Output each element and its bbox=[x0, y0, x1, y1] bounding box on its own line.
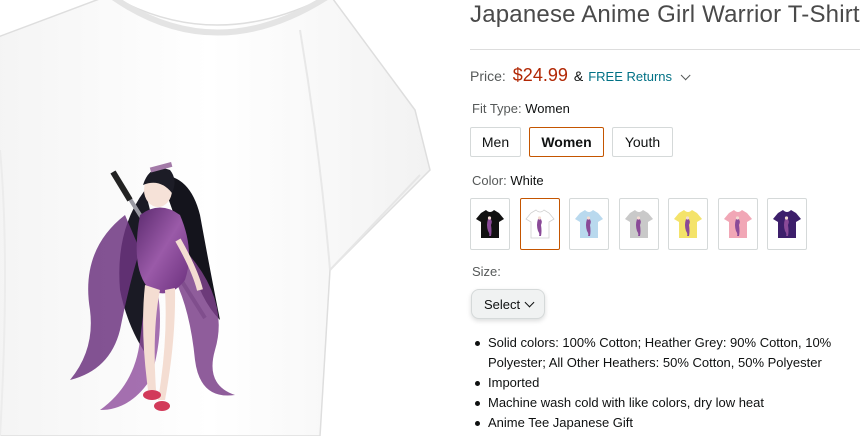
feature-bullet: Solid colors: 100% Cotton; Heather Grey:… bbox=[475, 333, 858, 373]
color-label: Color: White bbox=[472, 173, 544, 188]
color-swatch-black[interactable] bbox=[470, 198, 510, 250]
size-select-value: Select bbox=[484, 296, 521, 312]
tshirt-thumbnail-icon bbox=[674, 210, 702, 238]
product-title: Japanese Anime Girl Warrior T-Shirt bbox=[470, 1, 860, 28]
tshirt-thumbnail-icon bbox=[624, 210, 653, 238]
chevron-down-icon[interactable] bbox=[680, 70, 691, 81]
color-swatch-baby-blue[interactable] bbox=[569, 198, 609, 250]
tshirt-thumbnail-icon bbox=[476, 210, 504, 238]
price-label: Price: bbox=[470, 68, 506, 84]
product-details: Japanese Anime Girl Warrior T-Shirt Pric… bbox=[470, 0, 860, 436]
chevron-down-icon bbox=[524, 297, 535, 308]
size-label: Size: bbox=[472, 264, 501, 279]
color-swatch-pink[interactable] bbox=[717, 198, 758, 250]
tshirt-thumbnail-icon bbox=[575, 210, 603, 238]
color-swatch-purple[interactable] bbox=[767, 198, 807, 250]
fit-option-men[interactable]: Men bbox=[470, 127, 521, 157]
feature-bullets: Solid colors: 100% Cotton; Heather Grey:… bbox=[475, 333, 858, 433]
price-value: $24.99 bbox=[512, 65, 568, 85]
tshirt-thumbnail-icon bbox=[524, 209, 555, 239]
fit-option-women[interactable]: Women bbox=[529, 127, 604, 157]
color-selected: White bbox=[510, 173, 544, 188]
size-select[interactable]: Select bbox=[471, 289, 545, 319]
tshirt-illustration bbox=[0, 0, 431, 436]
price-ampersand: & bbox=[573, 68, 584, 84]
color-swatch-lemon[interactable] bbox=[668, 198, 708, 250]
fit-type-selected: Women bbox=[525, 101, 570, 116]
color-swatch-white[interactable] bbox=[519, 198, 560, 250]
product-image[interactable] bbox=[0, 0, 440, 436]
title-divider bbox=[470, 49, 860, 50]
fit-type-label-text: Fit Type: bbox=[472, 101, 522, 116]
fit-option-youth[interactable]: Youth bbox=[612, 127, 673, 157]
tshirt-thumbnail-icon bbox=[723, 210, 752, 238]
free-returns-link[interactable]: FREE Returns bbox=[588, 69, 672, 84]
feature-bullet: Machine wash cold with like colors, dry … bbox=[475, 393, 858, 413]
price-row: Price: $24.99 & FREE Returns bbox=[470, 65, 691, 89]
fit-type-label: Fit Type: Women bbox=[472, 101, 570, 116]
color-label-text: Color: bbox=[472, 173, 507, 188]
color-swatch-heather-grey[interactable] bbox=[618, 198, 659, 250]
feature-bullet: Anime Tee Japanese Gift bbox=[475, 413, 858, 433]
tshirt-thumbnail-icon bbox=[773, 210, 801, 238]
feature-bullet: Imported bbox=[475, 373, 858, 393]
